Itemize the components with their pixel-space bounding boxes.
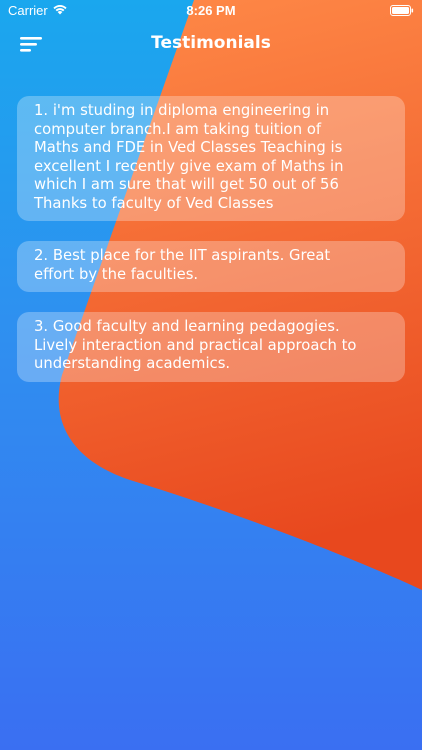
testimonial-text: 1. i'm studing in diploma engineering in… — [34, 102, 391, 213]
testimonial-card-2: 2. Best place for the IIT aspirants. Gre… — [17, 241, 405, 292]
page-title: Testimonials — [151, 33, 271, 53]
testimonial-line: computer branch.I am taking tuition of — [34, 120, 322, 138]
testimonial-list: 1. i'm studing in diploma engineering in… — [17, 96, 405, 402]
clock: 8:26 PM — [186, 3, 236, 18]
testimonial-line: understanding academics. — [34, 355, 231, 372]
testimonial-line: Lively interaction and practical approac… — [34, 336, 357, 354]
app-screen: Carrier 8:26 PM Testimonials 1. i'm stud… — [0, 0, 422, 750]
testimonial-line: 1. i'm studing in diploma engineering in — [34, 102, 330, 119]
testimonial-line: 2. Best place for the IIT aspirants. Gre… — [34, 247, 331, 264]
testimonial-line: 3. Good faculty and learning pedagogies. — [34, 318, 340, 335]
testimonial-line: Thanks to faculty of Ved Classes — [34, 194, 274, 212]
testimonial-line: Maths and FDE in Ved Classes Teaching is — [34, 139, 343, 156]
testimonial-card-1: 1. i'm studing in diploma engineering in… — [17, 96, 405, 221]
testimonial-card-3: 3. Good faculty and learning pedagogies.… — [17, 312, 405, 382]
testimonial-text: 3. Good faculty and learning pedagogies.… — [34, 318, 391, 374]
testimonial-text: 2. Best place for the IIT aspirants. Gre… — [34, 247, 391, 284]
status-bar: Carrier 8:26 PM — [0, 0, 422, 22]
testimonial-line: excellent I recently give exam of Maths … — [34, 157, 344, 175]
battery-icon — [390, 5, 414, 16]
testimonial-line: effort by the faculties. — [34, 265, 199, 283]
testimonial-line: which I am sure that will get 50 out of … — [34, 176, 339, 193]
